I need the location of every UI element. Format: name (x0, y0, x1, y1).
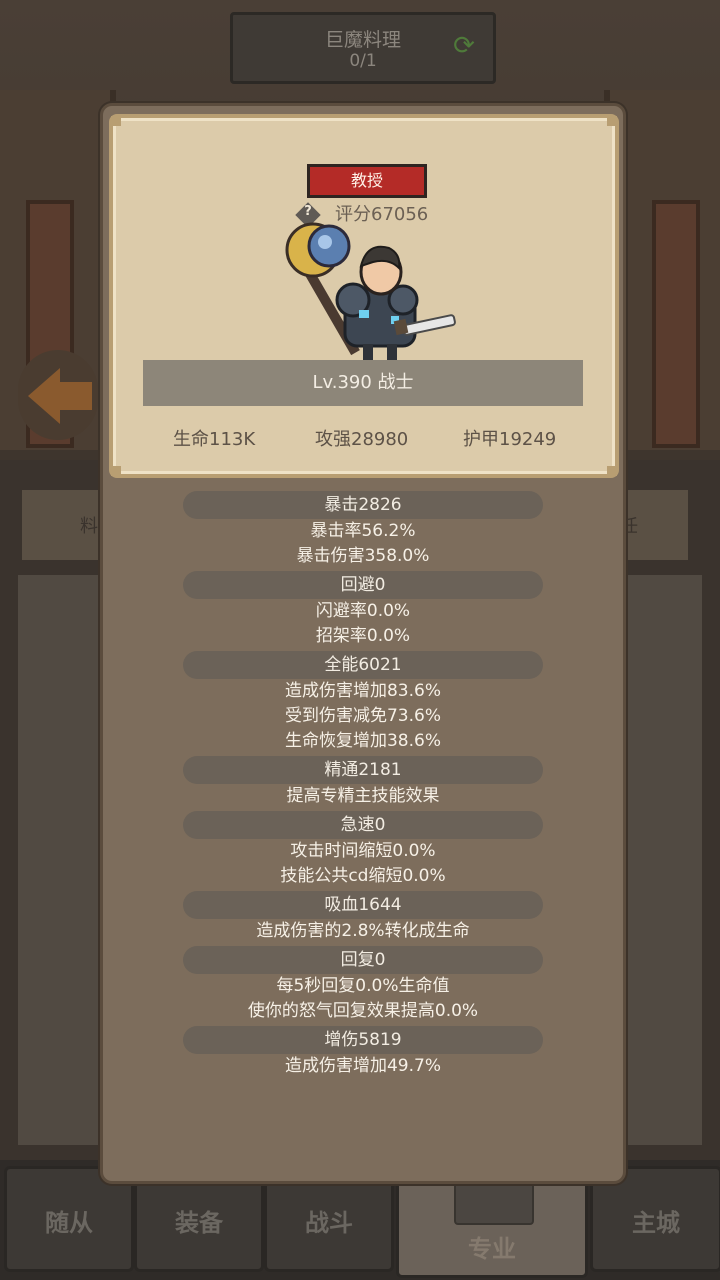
stat-detail: 攻击时间缩短0.0% (290, 841, 436, 861)
nav-label: 专业 (468, 1235, 516, 1263)
side-tab-left-label: 料 (80, 516, 98, 537)
nav-label: 战斗 (305, 1209, 353, 1237)
stat-group: 全能6021 造成伤害增加83.6% 受到伤害减免73.6% 生命恢复增加38.6% (103, 651, 623, 754)
stat-header: 回复0 (183, 946, 543, 974)
background-pillar (652, 200, 700, 448)
secondary-stats-list: 暴击2826 暴击率56.2% 暴击伤害358.0% 回避0 闪避率0.0% 招架率0.0… (103, 491, 623, 1081)
recipe-title-box[interactable]: 巨魔料理 0/1 ⟳ (230, 12, 496, 84)
armor-stat: 护甲19249 (463, 429, 557, 450)
stat-group: 回复0 每5秒回复0.0%生命值使你的怒气回复效果提高0.0% (103, 946, 623, 1024)
stat-detail: 造成伤害增加83.6% (284, 681, 441, 701)
stat-header: 回避0 (183, 571, 543, 599)
side-tab-left[interactable]: 料 (22, 490, 102, 560)
warrior-avatar (285, 222, 456, 366)
stat-detail: 造成伤害的2.8%转化成生命 (256, 921, 470, 941)
stat-detail: 技能公共cd缩短0.0% (280, 866, 446, 886)
back-button[interactable] (18, 350, 98, 440)
stat-detail: 造成伤害增加49.7% (284, 1056, 441, 1076)
nav-label: 主城 (632, 1209, 680, 1237)
stat-group: 回避0 闪避率0.0% 招架率0.0% (103, 571, 623, 649)
stat-header: 暴击2826 (183, 491, 543, 519)
stat-detail: 每5秒回复0.0%生命值 (276, 976, 450, 996)
stat-group: 暴击2826 暴击率56.2% 暴击伤害358.0% (103, 491, 623, 569)
stat-group: 急速0 攻击时间缩短0.0% 技能公共cd缩短0.0% (103, 811, 623, 889)
stat-detail: 闪避率0.0% (315, 601, 411, 621)
stat-detail: 受到伤害减免73.6% (284, 706, 441, 726)
attack-stat: 攻强28980 (315, 429, 409, 450)
stat-detail: 提高专精主技能效果 (286, 786, 440, 806)
side-tab-right[interactable]: 任 (618, 490, 688, 560)
nav-label: 随从 (45, 1209, 93, 1237)
stat-group: 增伤5819 造成伤害增加49.7% (103, 1026, 623, 1079)
stat-header: 急速0 (183, 811, 543, 839)
stat-header: 吸血1644 (183, 891, 543, 919)
stat-detail: 暴击伤害358.0% (296, 546, 430, 566)
title-badge[interactable]: 教授 (307, 164, 427, 198)
character-card: 教授 ? 评分67056 Lv.390 战士 生命113K 攻强28980 护甲… (109, 114, 619, 478)
stat-header: 增伤5819 (183, 1026, 543, 1054)
main-stats: 生命113K 攻强28980 护甲19249 (113, 426, 615, 454)
hp-stat: 生命113K (173, 429, 256, 450)
stat-header: 精通2181 (183, 756, 543, 784)
stat-detail: 使你的怒气回复效果提高0.0% (247, 1001, 479, 1021)
character-detail-dialog: 教授 ? 评分67056 Lv.390 战士 生命113K 攻强28980 护甲… (100, 103, 626, 1184)
stat-detail: 招架率0.0% (315, 626, 411, 646)
stat-detail: 生命恢复增加38.6% (284, 731, 441, 751)
stat-header: 全能6021 (183, 651, 543, 679)
level-class-label: Lv.390 战士 (312, 372, 414, 393)
refresh-icon[interactable]: ⟳ (449, 31, 479, 61)
stat-group: 精通2181 提高专精主技能效果 (103, 756, 623, 809)
stat-group: 吸血1644 造成伤害的2.8%转化成生命 (103, 891, 623, 944)
level-bar: Lv.390 战士 (143, 360, 583, 406)
nav-label: 装备 (175, 1209, 223, 1237)
stat-detail: 暴击率56.2% (310, 521, 416, 541)
